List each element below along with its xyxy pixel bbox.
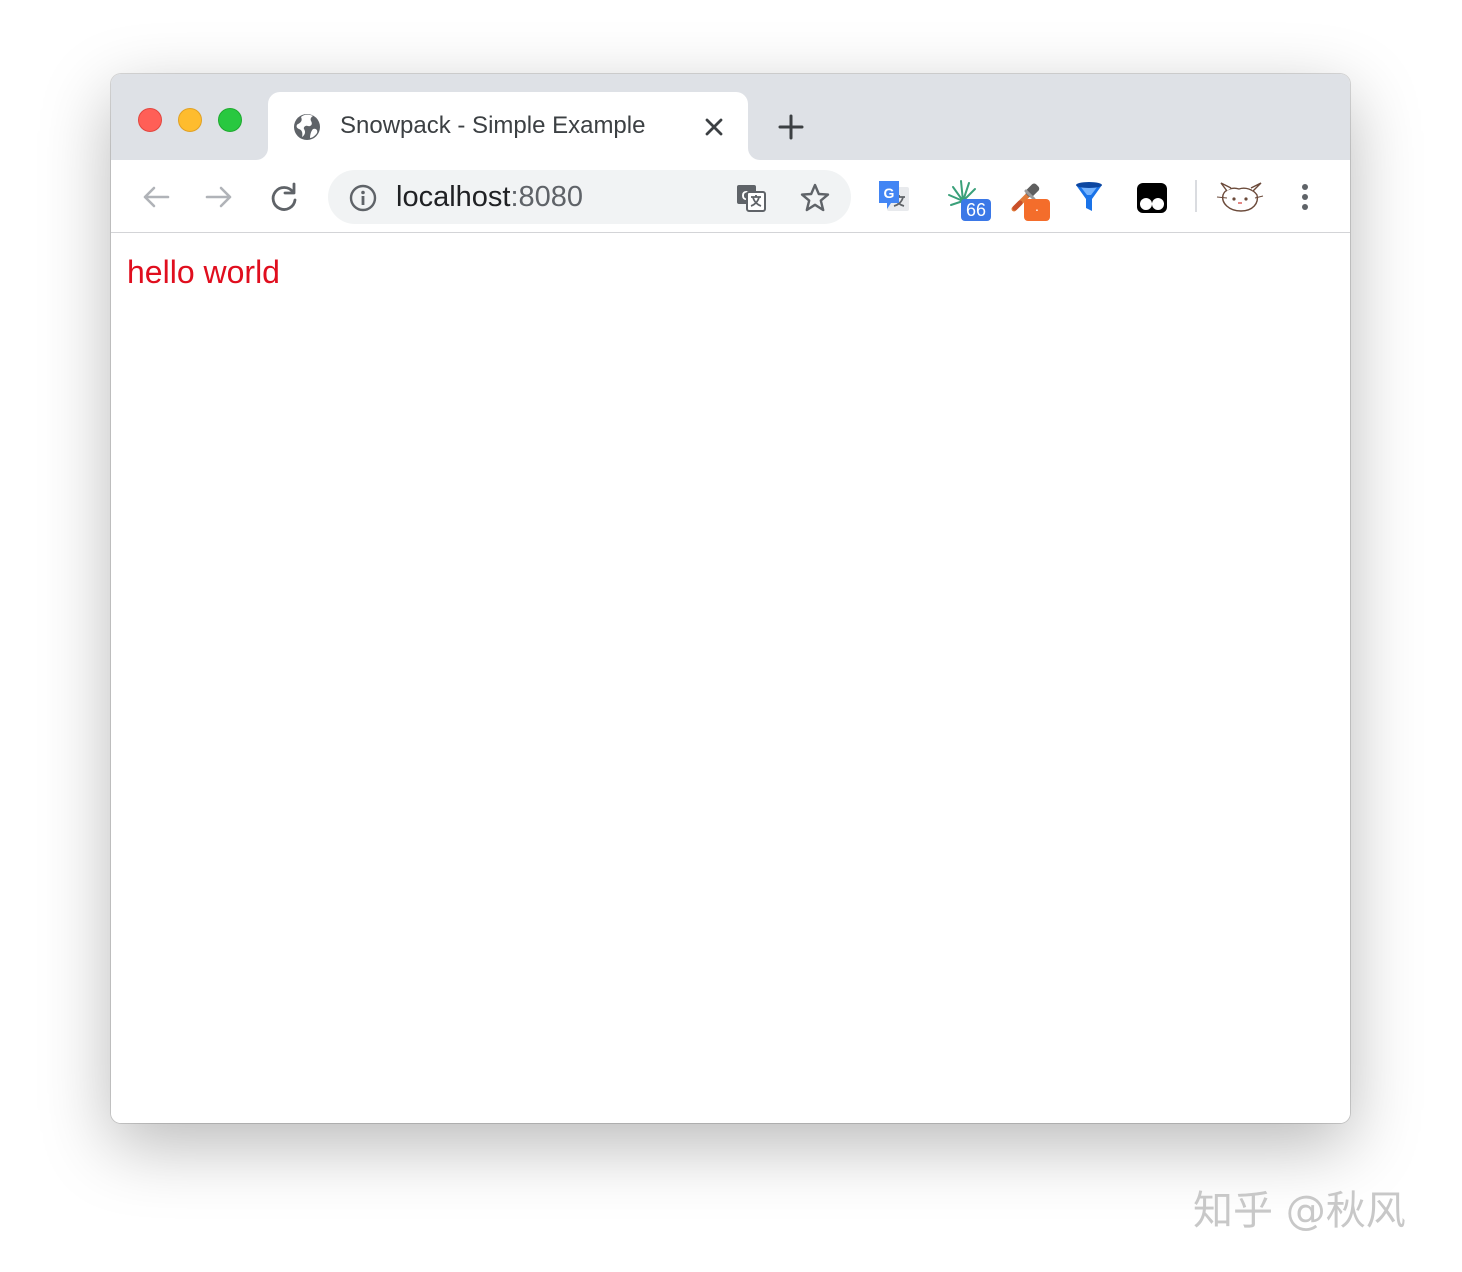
tampermonkey-extension[interactable]	[1129, 175, 1175, 221]
funnel-extension[interactable]	[1066, 175, 1112, 221]
eyedropper-extension[interactable]: ·	[1006, 175, 1052, 221]
svg-text:G: G	[884, 185, 895, 201]
watermark: 知乎 @秋风	[1193, 1188, 1406, 1234]
globe-icon	[294, 114, 320, 140]
sparkle-extension[interactable]: 66	[943, 175, 991, 221]
url-text[interactable]: localhost:8080	[396, 180, 583, 214]
cat-avatar-icon	[1216, 182, 1264, 212]
forward-arrow-icon[interactable]	[202, 180, 236, 214]
address-bar[interactable]: localhost:8080 G	[328, 170, 851, 224]
maximize-window-button[interactable]	[218, 108, 242, 132]
google-translate-extension[interactable]: G	[873, 175, 919, 221]
kebab-menu-icon[interactable]	[1288, 180, 1322, 214]
tampermonkey-icon	[1137, 183, 1167, 213]
url-host: localhost	[396, 181, 511, 213]
extension-badge: ·	[1024, 199, 1050, 221]
close-window-button[interactable]	[138, 108, 162, 132]
hello-text: hello world	[127, 254, 280, 290]
translate-icon[interactable]: G	[734, 181, 768, 215]
toolbar-separator	[1195, 180, 1197, 212]
page-content: hello world	[111, 233, 1350, 1123]
reload-icon[interactable]	[267, 180, 301, 214]
back-arrow-icon[interactable]	[139, 180, 173, 214]
funnel-icon	[1076, 182, 1102, 211]
tab-title: Snowpack - Simple Example	[340, 112, 646, 139]
extension-badge: 66	[961, 199, 991, 221]
title-bar: Snowpack - Simple Example	[111, 74, 1350, 160]
google-translate-icon: G	[879, 181, 909, 211]
minimize-window-button[interactable]	[178, 108, 202, 132]
browser-window: Snowpack - Simple Example localhost:8080…	[111, 74, 1350, 1123]
tab-active[interactable]: Snowpack - Simple Example	[268, 92, 748, 160]
close-tab-icon[interactable]	[702, 115, 726, 139]
url-port: :8080	[510, 181, 584, 213]
new-tab-icon[interactable]	[776, 112, 806, 142]
cat-extension[interactable]	[1215, 175, 1264, 221]
info-icon[interactable]	[348, 183, 378, 213]
star-icon[interactable]	[798, 181, 832, 215]
toolbar: localhost:8080 G G	[111, 160, 1350, 233]
